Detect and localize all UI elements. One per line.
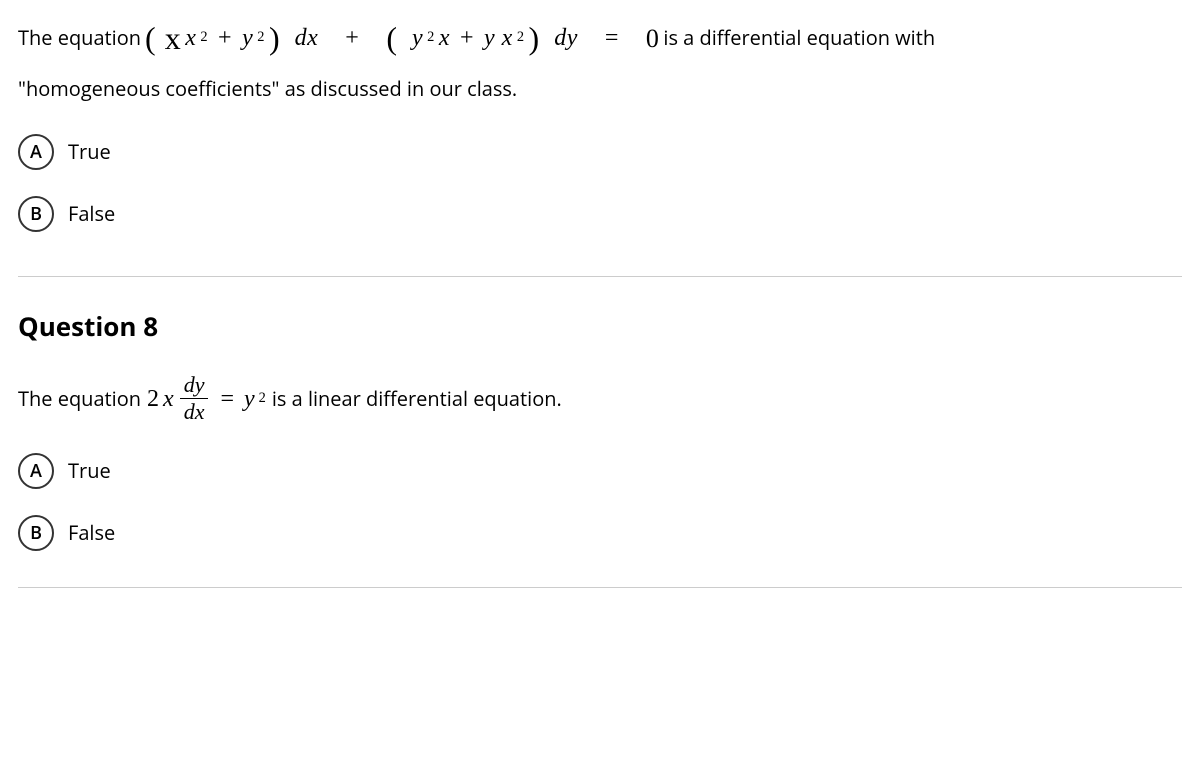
question-8-block: Question 8 The equation 2x dy dx = y2 is… — [18, 307, 1182, 557]
option-label-true: True — [68, 456, 111, 486]
question-7-block: The equation ( xx2 + y2) dx + ( y2 x + y… — [18, 14, 1182, 238]
question-7-text: The equation ( xx2 + y2) dx + ( y2 x + y… — [18, 14, 1182, 104]
option-letter-a: A — [18, 134, 54, 170]
q7-text-after2: "homogeneous coefficients" as discussed … — [18, 74, 1182, 104]
option-label-false: False — [68, 518, 115, 548]
bottom-divider — [18, 587, 1182, 588]
option-b-false[interactable]: B False — [18, 190, 1182, 238]
question-8-heading: Question 8 — [18, 307, 1182, 346]
q8-options: A True B False — [18, 447, 1182, 557]
q7-equation: ( xx2 + y2) dx + ( y2 x + y x2) dy = 0 — [145, 14, 659, 62]
q7-text-after1: is a differential equation with — [663, 23, 935, 53]
q8-text-before: The equation — [18, 384, 141, 414]
option-label-false: False — [68, 199, 115, 229]
option-a-true[interactable]: A True — [18, 128, 1182, 176]
q7-options: A True B False — [18, 128, 1182, 238]
question-divider — [18, 276, 1182, 277]
fraction-dy-dx: dy dx — [180, 374, 209, 423]
option-a-true[interactable]: A True — [18, 447, 1182, 495]
option-label-true: True — [68, 137, 111, 167]
q7-text-before: The equation — [18, 23, 141, 53]
q8-text-after: is a linear differential equation. — [272, 384, 562, 414]
option-letter-a: A — [18, 453, 54, 489]
q8-equation: 2x dy dx = y2 — [147, 374, 266, 423]
option-letter-b: B — [18, 515, 54, 551]
option-letter-b: B — [18, 196, 54, 232]
option-b-false[interactable]: B False — [18, 509, 1182, 557]
question-8-text: The equation 2x dy dx = y2 is a linear d… — [18, 374, 1182, 423]
